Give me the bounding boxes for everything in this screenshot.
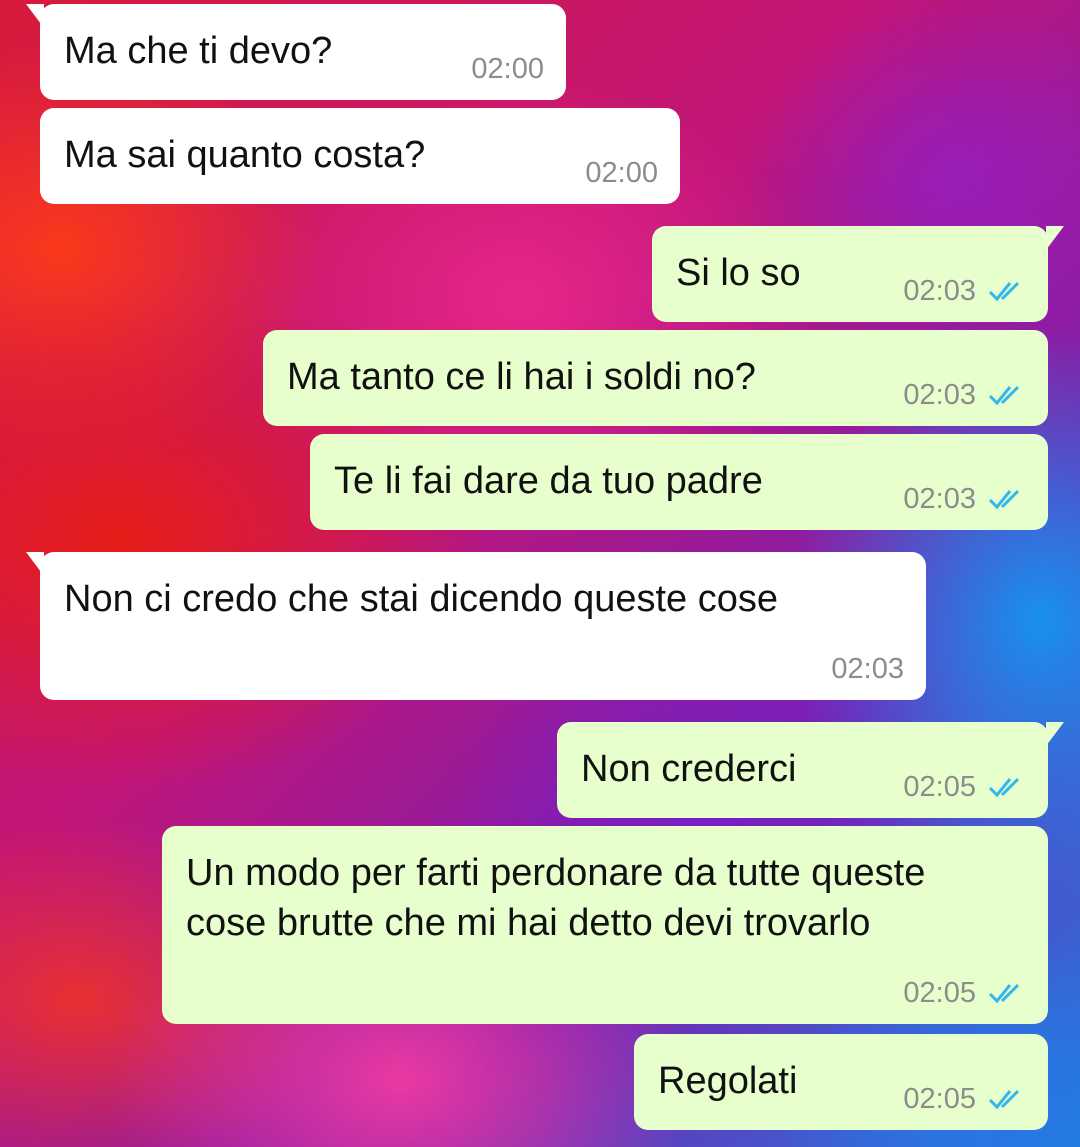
double-check-icon (988, 982, 1026, 1004)
message-outgoing[interactable]: Te li fai dare da tuo padre 02:03 (310, 434, 1048, 530)
message-outgoing[interactable]: Non crederci 02:05 (557, 722, 1064, 818)
double-check-icon (988, 488, 1026, 510)
message-meta: 02:03 (903, 380, 1026, 410)
message-meta: 02:03 (903, 484, 1026, 514)
double-check-icon (988, 776, 1026, 798)
message-meta: 02:05 (903, 1084, 1026, 1114)
double-check-icon (988, 384, 1026, 406)
chat-thread[interactable]: Ma che ti devo? 02:00 Ma sai quanto cost… (0, 0, 1080, 1147)
message-outgoing[interactable]: Ma tanto ce li hai i soldi no? 02:03 (263, 330, 1048, 426)
message-meta: 02:00 (585, 158, 658, 188)
message-meta: 02:00 (471, 54, 544, 84)
message-time: 02:05 (903, 771, 976, 803)
message-time: 02:00 (471, 53, 544, 85)
double-check-icon (988, 280, 1026, 302)
message-meta: 02:03 (903, 276, 1026, 306)
message-incoming[interactable]: Ma che ti devo? 02:00 (26, 4, 566, 100)
message-incoming[interactable]: Ma sai quanto costa? 02:00 (40, 108, 680, 204)
message-text: Ma sai quanto costa? (64, 134, 426, 176)
message-outgoing[interactable]: Regolati 02:05 (634, 1034, 1048, 1130)
message-time: 02:03 (903, 379, 976, 411)
message-text: Non ci credo che stai dicendo queste cos… (64, 578, 778, 620)
message-time: 02:05 (903, 977, 976, 1009)
message-time: 02:00 (585, 157, 658, 189)
message-time: 02:03 (831, 653, 904, 685)
message-time: 02:05 (903, 1083, 976, 1115)
message-meta: 02:03 (831, 654, 904, 684)
message-time: 02:03 (903, 275, 976, 307)
message-meta: 02:05 (903, 978, 1026, 1008)
bubble-tail (26, 4, 44, 28)
message-text: Un modo per farti perdonare da tutte que… (186, 852, 926, 944)
bubble-tail (1046, 226, 1064, 250)
message-time: 02:03 (903, 483, 976, 515)
message-outgoing[interactable]: Si lo so 02:03 (652, 226, 1064, 322)
message-incoming[interactable]: Non ci credo che stai dicendo queste cos… (26, 552, 926, 700)
bubble-tail (1046, 722, 1064, 746)
double-check-icon (988, 1088, 1026, 1110)
message-outgoing[interactable]: Un modo per farti perdonare da tutte que… (162, 826, 1048, 1024)
message-meta: 02:05 (903, 772, 1026, 802)
bubble-tail (26, 552, 44, 576)
message-text: Ma che ti devo? (64, 30, 333, 72)
